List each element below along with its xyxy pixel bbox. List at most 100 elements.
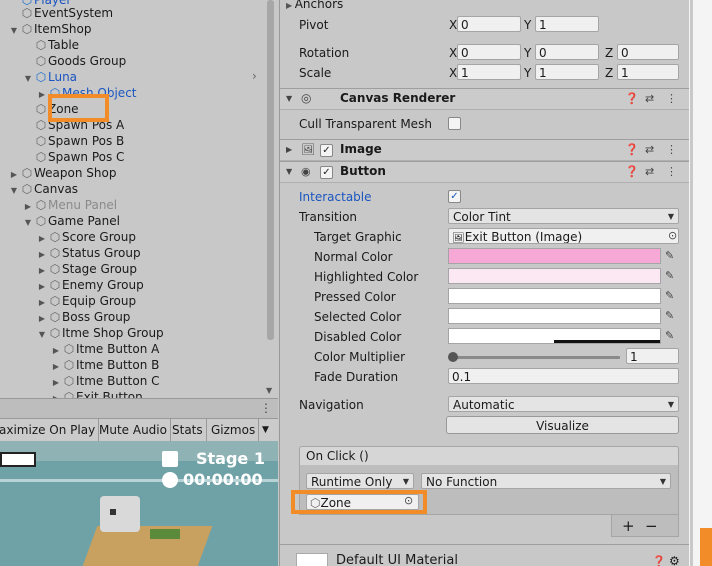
- fade-duration-field[interactable]: 0.1: [448, 368, 679, 384]
- disabled-color-swatch[interactable]: [448, 328, 661, 344]
- function-dropdown[interactable]: No Function ▼: [421, 473, 671, 489]
- stats-toggle[interactable]: Stats: [169, 419, 207, 441]
- hierarchy-item[interactable]: ⬡ Table: [22, 37, 79, 53]
- image-enabled-checkbox[interactable]: ✓: [320, 144, 333, 157]
- runtime-only-dropdown[interactable]: Runtime Only ▼: [306, 473, 414, 489]
- maximize-on-play-toggle[interactable]: aximize On Play: [0, 419, 100, 441]
- rotation-z-field[interactable]: 0: [617, 44, 679, 60]
- scale-y-field[interactable]: 1: [535, 64, 599, 80]
- inspector-scrollbar[interactable]: [689, 0, 712, 566]
- navigation-dropdown[interactable]: Automatic ▼: [448, 396, 679, 412]
- hierarchy-item[interactable]: ▶ ⬡ Itme Button A: [50, 341, 159, 357]
- inspector-scroll-thumb[interactable]: [690, 0, 693, 566]
- foldout-arrow-icon[interactable]: ▶: [286, 145, 292, 154]
- expanded-arrow-icon[interactable]: ▼: [8, 183, 20, 199]
- hierarchy-item[interactable]: ▶ ⬡ Stage Group: [36, 261, 137, 277]
- color-multiplier-slider-track[interactable]: [452, 356, 620, 359]
- pressed-color-swatch[interactable]: [448, 288, 661, 304]
- highlighted-color-swatch[interactable]: [448, 268, 661, 284]
- hierarchy-item[interactable]: ▶ ⬡ Enemy Group: [36, 277, 144, 293]
- panel-divider[interactable]: ⋮: [0, 398, 278, 419]
- hierarchy-item[interactable]: ▶ ⬡ Status Group: [36, 245, 141, 261]
- help-icon[interactable]: ❓: [652, 555, 666, 566]
- hierarchy-item-label: Goods Group: [48, 54, 127, 68]
- hierarchy-item[interactable]: ▶⬡Exit Button: [50, 389, 143, 398]
- expanded-arrow-icon[interactable]: ▼: [36, 327, 48, 343]
- hierarchy-item[interactable]: ⬡ Spawn Pos C: [22, 149, 125, 165]
- hierarchy-scroll-down-icon[interactable]: ▼: [266, 386, 272, 395]
- hierarchy-item[interactable]: ▶ ⬡ Itme Button B: [50, 357, 159, 373]
- eyedropper-icon[interactable]: ✎: [665, 309, 674, 322]
- hierarchy-item[interactable]: ▶ ⬡ Equip Group: [36, 293, 136, 309]
- hierarchy-item[interactable]: ▼ ⬡ Game Panel: [22, 213, 120, 229]
- selected-color-swatch[interactable]: [448, 308, 661, 324]
- target-graphic-field[interactable]: 🖼Exit Button (Image): [448, 228, 679, 244]
- eyedropper-icon[interactable]: ✎: [665, 329, 674, 342]
- gizmos-dropdown-icon[interactable]: ▼: [262, 419, 269, 441]
- settings-gear-icon[interactable]: ⚙: [669, 554, 680, 566]
- foldout-arrow-icon[interactable]: ▼: [286, 167, 292, 176]
- anchors-foldout[interactable]: ▶ Anchors: [286, 0, 343, 11]
- add-event-button[interactable]: +: [622, 517, 635, 535]
- score-bar: [0, 452, 36, 467]
- luna-expand-chevron-icon[interactable]: ›: [252, 69, 257, 83]
- pivot-y-field[interactable]: 1: [535, 16, 599, 32]
- visualize-button[interactable]: Visualize: [446, 416, 679, 434]
- button-header[interactable]: ▼ ◉ ✓ Button ❓ ⇄ ⋮: [280, 161, 689, 183]
- hierarchy-item[interactable]: ▶ ⬡ Itme Button C: [50, 373, 160, 389]
- more-options-icon[interactable]: ⋮: [260, 401, 272, 415]
- pivot-x-field[interactable]: 0: [457, 16, 521, 32]
- hierarchy-item[interactable]: ⬡ EventSystem: [8, 5, 113, 21]
- transition-dropdown[interactable]: Color Tint ▼: [448, 208, 679, 224]
- hierarchy-item[interactable]: ⬡ Goods Group: [22, 53, 126, 69]
- image-header[interactable]: ▶ 🖼 ✓ Image ❓ ⇄ ⋮: [280, 139, 689, 161]
- expanded-arrow-icon[interactable]: ▼: [8, 23, 20, 39]
- cull-transparent-mesh-checkbox[interactable]: [448, 117, 461, 130]
- external-app-sliver: [700, 528, 712, 566]
- interactable-checkbox[interactable]: ✓: [448, 190, 461, 203]
- scale-x-field[interactable]: 1: [457, 64, 521, 80]
- rotation-y-field[interactable]: 0: [535, 44, 599, 60]
- canvas-renderer-header[interactable]: ▼ ◎ Canvas Renderer ❓ ⇄ ⋮: [280, 88, 689, 110]
- component-menu-icon[interactable]: ⋮: [666, 143, 677, 156]
- eyedropper-icon[interactable]: ✎: [665, 249, 674, 262]
- presets-icon[interactable]: ⇄: [645, 92, 654, 105]
- object-picker-icon[interactable]: ⊙: [668, 229, 677, 242]
- gameobject-cube-icon: ⬡: [49, 278, 61, 292]
- stage-label: Stage 1: [196, 449, 265, 468]
- color-multiplier-field[interactable]: 1: [626, 348, 679, 364]
- component-menu-icon[interactable]: ⋮: [666, 92, 677, 105]
- hierarchy-item[interactable]: ⬡ Spawn Pos B: [22, 133, 125, 149]
- expanded-arrow-icon[interactable]: ▼: [22, 71, 34, 87]
- mute-audio-toggle[interactable]: Mute Audio: [96, 419, 171, 441]
- gizmos-toggle[interactable]: Gizmos: [208, 419, 260, 441]
- hierarchy-item[interactable]: ▶ ⬡ Menu Panel: [22, 197, 117, 213]
- button-enabled-checkbox[interactable]: ✓: [320, 166, 333, 179]
- presets-icon[interactable]: ⇄: [645, 143, 654, 156]
- help-icon[interactable]: ❓: [625, 92, 639, 105]
- hierarchy-item[interactable]: ▼ ⬡ ItemShop: [8, 21, 92, 37]
- game-view[interactable]: Stage 1 00:00:00: [0, 441, 278, 566]
- eyedropper-icon[interactable]: ✎: [665, 269, 674, 282]
- color-multiplier-slider-handle[interactable]: [448, 352, 458, 362]
- component-menu-icon[interactable]: ⋮: [666, 165, 677, 178]
- foldout-arrow-icon[interactable]: ▼: [286, 94, 292, 103]
- help-icon[interactable]: ❓: [625, 143, 639, 156]
- help-icon[interactable]: ❓: [625, 165, 639, 178]
- hierarchy-item[interactable]: ▼ ⬡ Itme Shop Group: [36, 325, 164, 341]
- rotation-x-field[interactable]: 0: [457, 44, 521, 60]
- eyedropper-icon[interactable]: ✎: [665, 289, 674, 302]
- scale-z-field[interactable]: 1: [617, 64, 679, 80]
- gameobject-cube-icon: ⬡: [21, 22, 33, 36]
- remove-event-button[interactable]: −: [645, 517, 658, 535]
- expanded-arrow-icon[interactable]: ▼: [22, 215, 34, 231]
- hierarchy-item[interactable]: ▼ ⬡ Canvas: [8, 181, 78, 197]
- collapsed-arrow-icon[interactable]: ▶: [50, 391, 62, 398]
- hierarchy-item[interactable]: ▶ ⬡ Weapon Shop: [8, 165, 117, 181]
- hierarchy-item[interactable]: ▼ ⬡ Luna: [22, 69, 77, 85]
- hierarchy-item[interactable]: ▶ ⬡ Score Group: [36, 229, 136, 245]
- normal-color-swatch[interactable]: [448, 248, 661, 264]
- hierarchy-item[interactable]: ▶ ⬡ Boss Group: [36, 309, 131, 325]
- presets-icon[interactable]: ⇄: [645, 165, 654, 178]
- hierarchy-scroll-thumb[interactable]: [267, 0, 274, 340]
